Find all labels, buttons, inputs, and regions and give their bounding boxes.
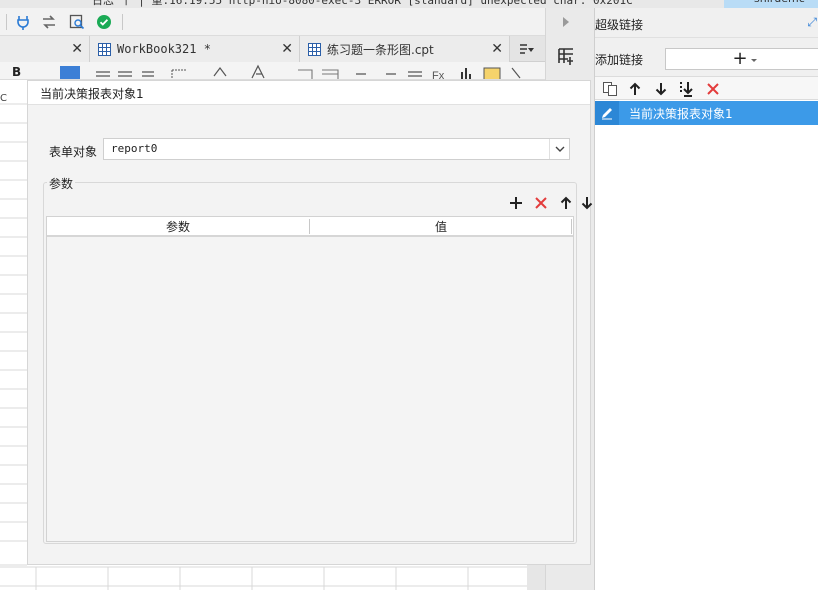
toolbar-separator bbox=[6, 14, 7, 30]
delete-param-button[interactable] bbox=[532, 194, 550, 212]
form-object-label: 表单对象 bbox=[49, 145, 98, 159]
plug-icon[interactable] bbox=[14, 13, 32, 31]
hyperlink-panel: 超级链接 ⤢ 添加链接 + 当前决策报表对象1 bbox=[594, 8, 818, 590]
add-link-label: 添加链接 bbox=[595, 53, 644, 67]
chevron-down-icon[interactable] bbox=[549, 139, 569, 159]
caret-down-icon bbox=[750, 59, 757, 62]
preview-icon[interactable] bbox=[68, 13, 86, 31]
user-badge[interactable]: shiruemc bbox=[724, 0, 818, 8]
move-down-button[interactable] bbox=[581, 194, 593, 212]
cell-attribute-icon[interactable] bbox=[556, 46, 576, 66]
close-icon[interactable]: ✕ bbox=[71, 41, 83, 57]
tab-bar: ✕ WorkBook321 * ✕ 练习题一条形图.cpt ✕ bbox=[0, 36, 545, 62]
add-param-button[interactable] bbox=[507, 194, 525, 212]
arrow-down-icon[interactable] bbox=[652, 80, 670, 98]
hyperlink-config-dialog: 当前决策报表对象1 表单对象 report0 参数 参数 值 bbox=[27, 80, 593, 565]
dialog-title: 当前决策报表对象1 bbox=[40, 87, 144, 101]
link-item-label: 当前决策报表对象1 bbox=[629, 107, 733, 121]
edit-pencil-icon bbox=[595, 101, 619, 125]
column-header-param[interactable]: 参数 bbox=[47, 217, 309, 235]
params-table[interactable]: 参数 值 bbox=[46, 216, 574, 542]
log-text: 日志 十 | 重:16:19:55 http-nio-8080-exec-3 E… bbox=[92, 0, 633, 7]
plus-icon: + bbox=[732, 48, 748, 69]
params-table-header: 参数 值 bbox=[47, 217, 573, 237]
log-bar: 日志 十 | 重:16:19:55 http-nio-8080-exec-3 E… bbox=[0, 0, 818, 8]
move-to-bottom-icon[interactable] bbox=[677, 80, 695, 98]
ribbon-toolbar: B Fx bbox=[0, 62, 545, 80]
grid-icon bbox=[308, 42, 321, 56]
move-up-button[interactable] bbox=[557, 194, 575, 212]
close-icon[interactable]: ✕ bbox=[281, 41, 293, 57]
params-group: 参数 参数 值 bbox=[43, 175, 593, 544]
panel-title: 超级链接 bbox=[595, 18, 644, 32]
delete-x-icon[interactable] bbox=[704, 80, 722, 98]
pin-icon[interactable]: ⤢ bbox=[807, 15, 817, 30]
close-icon[interactable]: ✕ bbox=[491, 41, 503, 57]
delete-x-icon bbox=[535, 197, 547, 209]
link-list-toolbar bbox=[595, 76, 818, 100]
tab-bar-chart-exercise[interactable]: 练习题一条形图.cpt ✕ bbox=[300, 36, 510, 62]
dialog-titlebar: 当前决策报表对象1 bbox=[28, 81, 590, 105]
column-letter: C bbox=[0, 93, 7, 104]
form-object-value: report0 bbox=[111, 142, 158, 155]
tab-label: 练习题一条形图.cpt bbox=[327, 42, 434, 57]
add-link-row: 添加链接 + bbox=[595, 38, 818, 76]
quick-toolbar bbox=[0, 8, 545, 36]
add-link-button[interactable]: + bbox=[665, 48, 818, 70]
copy-icon[interactable] bbox=[601, 80, 619, 98]
chevron-right-icon[interactable] bbox=[561, 16, 571, 28]
plus-icon bbox=[510, 197, 522, 209]
svg-text:Fx: Fx bbox=[432, 70, 445, 80]
params-group-label: 参数 bbox=[47, 175, 76, 192]
tab-workbook321[interactable]: WorkBook321 * ✕ bbox=[90, 36, 300, 62]
arrow-up-icon bbox=[560, 196, 572, 209]
form-object-select[interactable]: report0 bbox=[103, 138, 570, 160]
swap-icon[interactable] bbox=[40, 13, 58, 31]
column-header-value[interactable]: 值 bbox=[310, 217, 572, 235]
toolbar-separator bbox=[122, 14, 123, 30]
tab-menu-icon[interactable] bbox=[518, 42, 534, 56]
grid-icon bbox=[98, 42, 111, 56]
arrow-down-icon bbox=[581, 197, 593, 210]
tab-previous[interactable]: ✕ bbox=[0, 36, 90, 62]
check-circle-icon[interactable] bbox=[95, 13, 113, 31]
user-name: shiruemc bbox=[754, 0, 805, 5]
panel-header: 超级链接 ⤢ bbox=[595, 8, 818, 38]
link-list-item[interactable]: 当前决策报表对象1 bbox=[595, 101, 818, 125]
ribbon-icons: Fx bbox=[60, 64, 521, 80]
column-divider bbox=[571, 219, 572, 234]
tab-label: WorkBook321 * bbox=[117, 42, 211, 56]
arrow-up-icon[interactable] bbox=[626, 80, 644, 98]
